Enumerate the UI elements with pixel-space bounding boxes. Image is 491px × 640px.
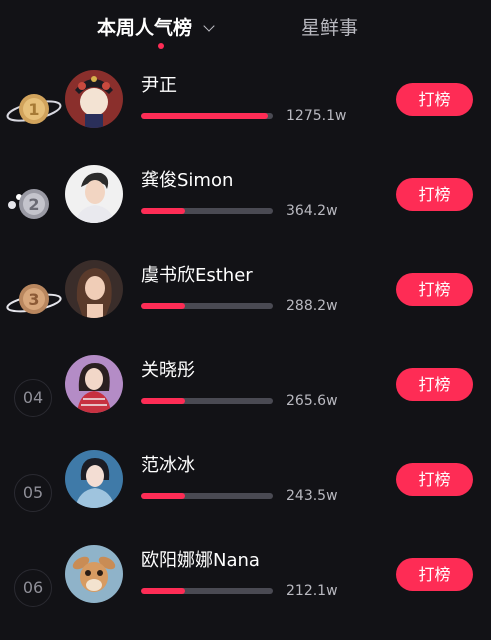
gold-medal-icon: 1 bbox=[6, 94, 62, 124]
vote-button[interactable]: 打榜 bbox=[396, 368, 473, 401]
popularity-score: 265.6w bbox=[286, 393, 338, 409]
vote-button[interactable]: 打榜 bbox=[396, 83, 473, 116]
woman-portrait-icon bbox=[65, 260, 123, 318]
popularity-score: 288.2w bbox=[286, 298, 338, 314]
popularity-score: 212.1w bbox=[286, 583, 338, 599]
star-name: 范冰冰 bbox=[141, 455, 195, 476]
list-item: 05 范冰冰 243.5w 打榜 bbox=[0, 450, 491, 545]
vote-button[interactable]: 打榜 bbox=[396, 273, 473, 306]
tab-star-news[interactable]: 星鲜事 bbox=[301, 15, 358, 41]
star-name: 虞书欣Esther bbox=[141, 265, 253, 286]
popularity-bar-fill bbox=[141, 208, 185, 214]
popularity-bar bbox=[141, 588, 273, 594]
star-name: 关晓彤 bbox=[141, 360, 195, 381]
silver-medal-icon: 2 bbox=[8, 189, 49, 219]
rank-number: 06 bbox=[14, 569, 52, 607]
bronze-medal-icon: 3 bbox=[6, 284, 62, 314]
list-item: 3 虞书欣Esther 288.2w 打榜 bbox=[0, 260, 491, 355]
popularity-bar-fill bbox=[141, 493, 185, 499]
tab-weekly-popularity[interactable]: 本周人气榜 bbox=[97, 15, 192, 41]
medal-rank: 3 bbox=[28, 290, 39, 309]
vote-button[interactable]: 打榜 bbox=[396, 558, 473, 591]
active-tab-indicator bbox=[158, 43, 164, 49]
woman-blue-portrait-icon bbox=[65, 450, 123, 508]
avatar[interactable] bbox=[65, 545, 123, 603]
list-item: 06 欧阳娜娜Nana 212.1w 打榜 bbox=[0, 545, 491, 640]
star-name: 尹正 bbox=[141, 75, 177, 96]
chevron-down-icon[interactable] bbox=[203, 20, 215, 32]
avatar[interactable] bbox=[65, 450, 123, 508]
top-tabs: 本周人气榜 星鲜事 bbox=[0, 0, 491, 56]
avatar[interactable] bbox=[65, 70, 123, 128]
popularity-score: 364.2w bbox=[286, 203, 338, 219]
popularity-bar bbox=[141, 208, 273, 214]
popularity-bar bbox=[141, 303, 273, 309]
vote-button[interactable]: 打榜 bbox=[396, 463, 473, 496]
vote-button[interactable]: 打榜 bbox=[396, 178, 473, 211]
star-name: 欧阳娜娜Nana bbox=[141, 550, 260, 571]
avatar[interactable] bbox=[65, 355, 123, 413]
medal-rank: 2 bbox=[28, 195, 39, 214]
popularity-bar-fill bbox=[141, 113, 268, 119]
popularity-bar bbox=[141, 113, 273, 119]
popularity-bar-fill bbox=[141, 398, 185, 404]
popularity-bar-fill bbox=[141, 303, 185, 309]
rank-number: 05 bbox=[14, 474, 52, 512]
list-item: 1 尹正 1275.1w 打榜 bbox=[0, 70, 491, 165]
list-item: 2 龚俊Simon 364.2w 打榜 bbox=[0, 165, 491, 260]
avatar[interactable] bbox=[65, 260, 123, 318]
avatar[interactable] bbox=[65, 165, 123, 223]
medal-rank: 1 bbox=[28, 100, 39, 119]
popularity-score: 1275.1w bbox=[286, 108, 347, 124]
star-name: 龚俊Simon bbox=[141, 170, 234, 191]
woman-red-dress-portrait-icon bbox=[65, 355, 123, 413]
popularity-score: 243.5w bbox=[286, 488, 338, 504]
list-item: 04 关晓彤 265.6w 打榜 bbox=[0, 355, 491, 450]
man-portrait-icon bbox=[65, 165, 123, 223]
popularity-bar bbox=[141, 398, 273, 404]
deer-cartoon-icon bbox=[65, 545, 123, 603]
rank-number: 04 bbox=[14, 379, 52, 417]
opera-mask-portrait-icon bbox=[65, 70, 123, 128]
popularity-bar-fill bbox=[141, 588, 185, 594]
popularity-bar bbox=[141, 493, 273, 499]
